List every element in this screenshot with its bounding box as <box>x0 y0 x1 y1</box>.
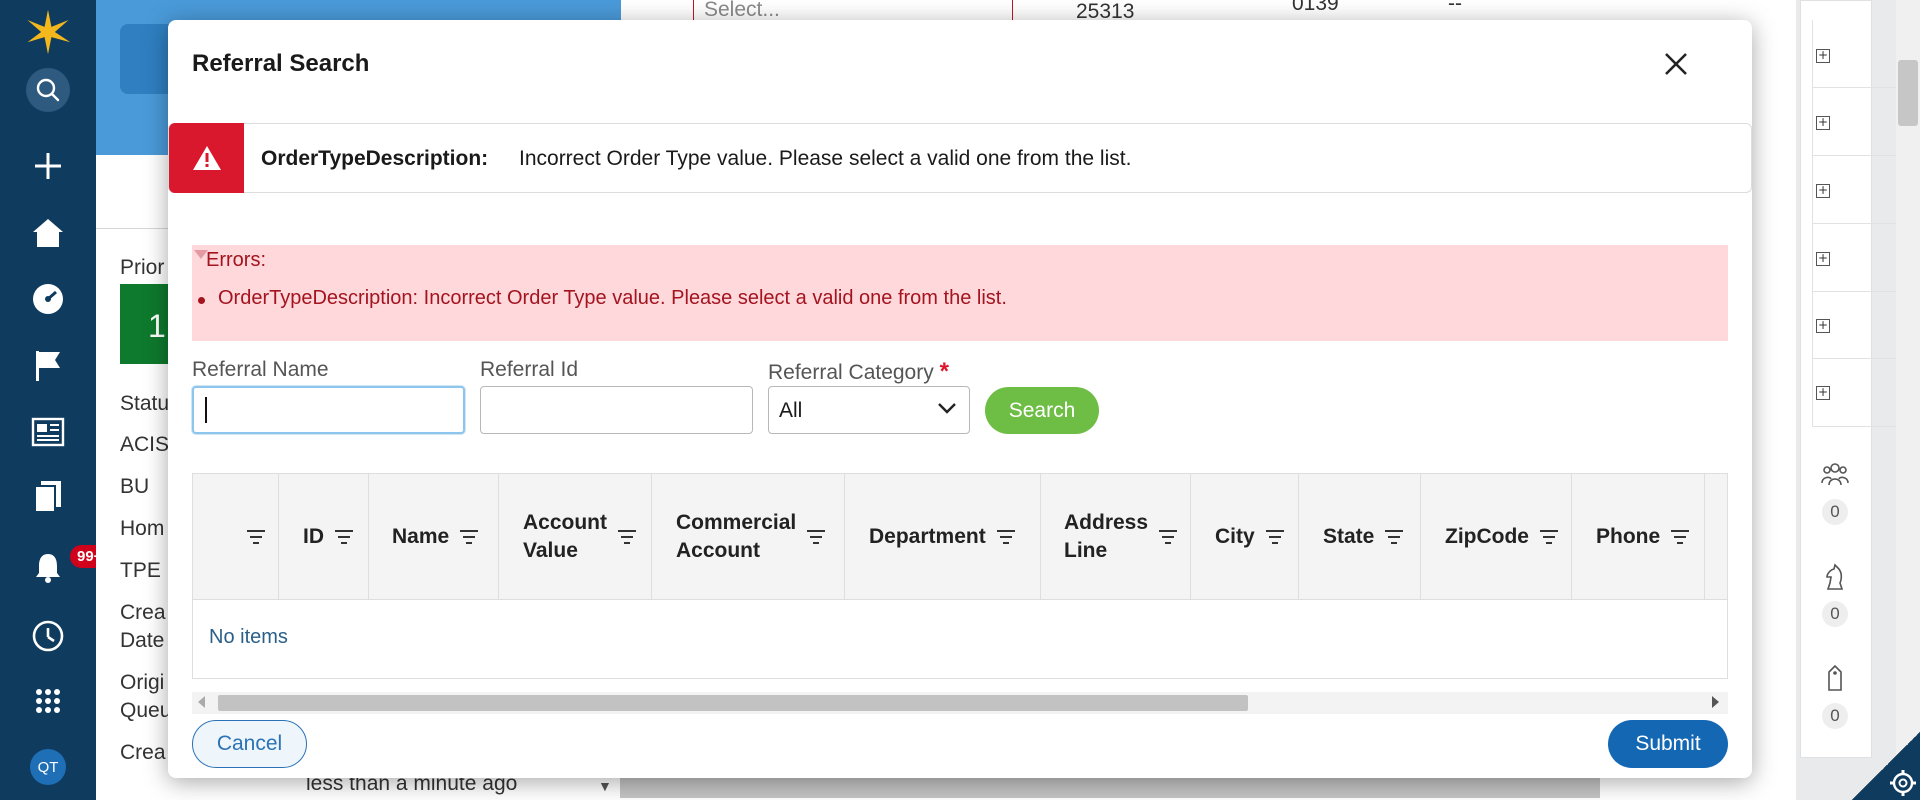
column-header-zipcode[interactable]: ZipCode <box>1421 474 1572 600</box>
filter-icon <box>1671 530 1690 544</box>
referral-category-value: All <box>779 399 803 422</box>
close-button[interactable] <box>1656 44 1696 84</box>
filter-icon <box>618 530 636 544</box>
referral-category-label: Referral Category <box>768 361 934 384</box>
errors-heading[interactable]: Errors: <box>206 249 266 272</box>
column-header-name[interactable]: Name <box>369 474 499 600</box>
text-cursor <box>205 397 207 423</box>
referral-name-input[interactable] <box>192 386 465 434</box>
alert-message: Incorrect Order Type value. Please selec… <box>519 147 1132 170</box>
referral-category-label-wrap: Referral Category * <box>768 358 949 386</box>
column-header-address-line[interactable]: Address Line <box>1041 474 1191 600</box>
referral-search-dialog: Referral Search OrderTypeDescription: In… <box>168 20 1752 778</box>
column-label: State <box>1323 525 1375 548</box>
errors-summary: Errors: OrderTypeDescription: Incorrect … <box>192 245 1728 341</box>
submit-button[interactable]: Submit <box>1608 720 1728 768</box>
column-header-account-value[interactable]: Account Value <box>499 474 652 600</box>
filter-icon <box>807 530 826 544</box>
column-label: Commercial Account <box>676 511 797 562</box>
warning-icon <box>169 123 244 193</box>
column-header-id[interactable]: ID <box>279 474 369 600</box>
column-label: Name <box>392 525 450 548</box>
column-label: Phone <box>1596 525 1661 548</box>
error-alert-banner: OrderTypeDescription: Incorrect Order Ty… <box>168 123 1752 193</box>
column-label: Account Value <box>523 511 607 562</box>
column-label: City <box>1215 525 1255 548</box>
close-icon <box>1665 53 1687 75</box>
referral-id-input[interactable] <box>480 386 753 434</box>
required-marker: * <box>939 358 949 385</box>
column-header-select[interactable] <box>193 474 279 600</box>
referral-name-label: Referral Name <box>192 358 329 381</box>
filter-icon <box>1540 530 1558 544</box>
column-label: ID <box>303 525 324 548</box>
column-header-department[interactable]: Department <box>845 474 1041 600</box>
filter-icon <box>1385 530 1404 544</box>
search-button[interactable]: Search <box>985 387 1099 434</box>
bullet-icon <box>198 297 205 304</box>
filter-icon <box>335 530 353 544</box>
filter-icon <box>1265 530 1284 544</box>
column-label: Address Line <box>1064 511 1149 562</box>
filter-icon <box>996 530 1015 544</box>
error-list-item: OrderTypeDescription: Incorrect Order Ty… <box>218 287 1007 309</box>
chevron-down-icon <box>938 403 956 414</box>
alert-field-name: OrderTypeDescription: <box>261 147 489 170</box>
filter-icon <box>1159 530 1178 544</box>
column-header-city[interactable]: City <box>1191 474 1299 600</box>
dialog-title: Referral Search <box>192 50 370 77</box>
column-label: ZipCode <box>1445 525 1529 548</box>
column-label: Department <box>869 525 986 548</box>
grid-horizontal-scrollbar[interactable] <box>192 692 1728 714</box>
cancel-button[interactable]: Cancel <box>192 720 307 768</box>
column-header-state[interactable]: State <box>1299 474 1421 600</box>
column-header-phone[interactable]: Phone <box>1572 474 1705 600</box>
scroll-left-arrow-icon[interactable] <box>198 696 205 708</box>
column-header-commercial-account[interactable]: Commercial Account <box>652 474 845 600</box>
scrollbar-thumb[interactable] <box>218 695 1248 711</box>
filter-icon <box>247 530 265 544</box>
filter-icon <box>460 530 479 544</box>
referral-id-label: Referral Id <box>480 358 579 381</box>
grid-header: ID Name Account Value Commercial Account… <box>193 474 1727 600</box>
results-grid: ID Name Account Value Commercial Account… <box>192 473 1728 679</box>
empty-state-text: No items <box>209 626 288 648</box>
scroll-right-arrow-icon[interactable] <box>1712 696 1719 708</box>
referral-category-select[interactable]: All <box>768 386 970 434</box>
